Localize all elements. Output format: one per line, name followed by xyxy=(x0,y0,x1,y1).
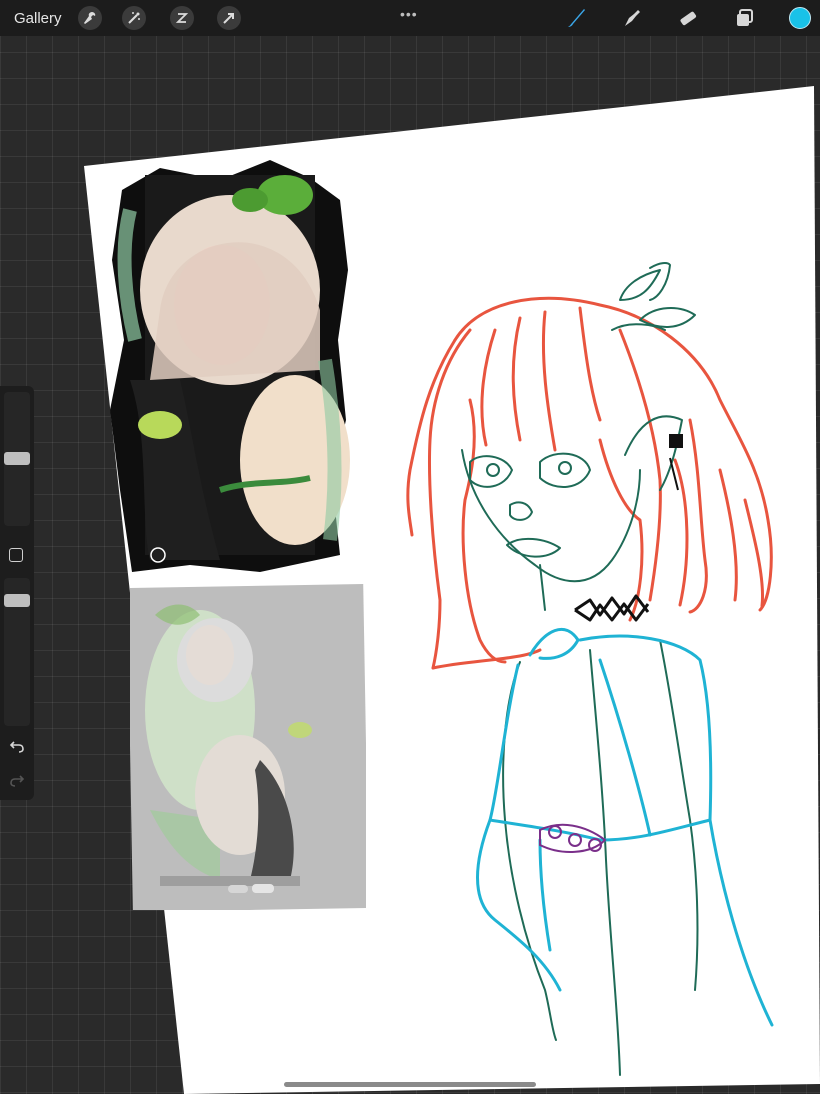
body-sketch xyxy=(476,627,774,1027)
magic-wand-icon[interactable] xyxy=(122,6,146,30)
wrench-icon[interactable] xyxy=(78,6,102,30)
undo-icon[interactable] xyxy=(8,738,26,754)
layers-icon[interactable] xyxy=(731,6,757,30)
home-indicator xyxy=(284,1082,536,1087)
eraser-icon[interactable] xyxy=(675,6,701,30)
armband-sketch xyxy=(539,823,607,853)
reference-photo-1[interactable] xyxy=(110,160,350,580)
redo-icon[interactable] xyxy=(8,772,26,788)
opacity-thumb[interactable] xyxy=(4,594,30,607)
top-toolbar: Gallery ••• xyxy=(0,0,820,36)
selection-icon[interactable] xyxy=(170,6,194,30)
more-options-button[interactable]: ••• xyxy=(400,6,418,22)
modify-button[interactable] xyxy=(9,548,23,562)
left-sidebar xyxy=(0,386,34,800)
choker-sketch xyxy=(574,594,650,622)
transform-arrow-icon[interactable] xyxy=(217,6,241,30)
gallery-button[interactable]: Gallery xyxy=(14,10,62,27)
brush-icon[interactable] xyxy=(563,6,589,30)
face-sketch xyxy=(461,262,699,1076)
hair-sketch xyxy=(406,296,773,670)
brush-size-thumb[interactable] xyxy=(4,452,30,465)
smudge-icon[interactable] xyxy=(619,6,645,30)
color-picker-button[interactable] xyxy=(789,7,811,29)
earring-sketch xyxy=(669,434,683,491)
reference-photo-2[interactable] xyxy=(130,580,366,910)
